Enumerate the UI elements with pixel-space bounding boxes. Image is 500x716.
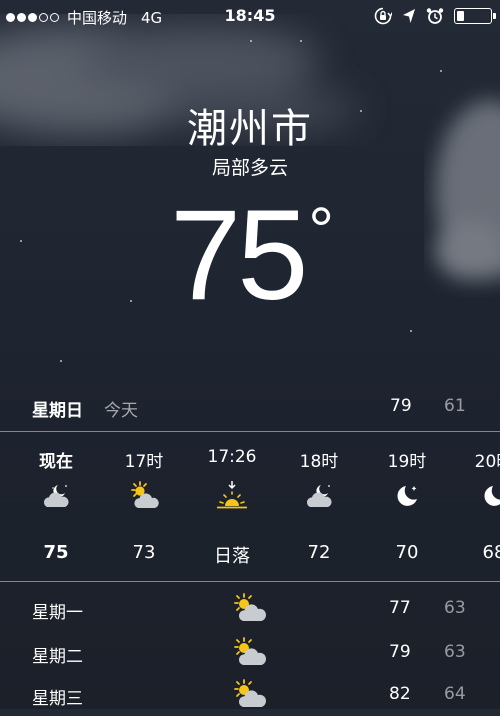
star bbox=[300, 40, 302, 42]
hour-label: 18时 bbox=[299, 452, 339, 472]
daily-high: 79 bbox=[389, 642, 411, 662]
daily-day: 星期三 bbox=[32, 689, 83, 709]
alarm-icon bbox=[426, 8, 444, 24]
daily-forecast-row: 星期二 79 63 bbox=[0, 634, 500, 674]
location-arrow-icon bbox=[403, 9, 415, 23]
today-day: 星期日 bbox=[32, 401, 83, 421]
hourly-item: 17时 73 bbox=[114, 432, 174, 580]
battery-icon bbox=[454, 8, 496, 24]
orientation-lock-icon bbox=[374, 7, 392, 25]
hour-label: 17:26 bbox=[207, 447, 257, 467]
hourly-item: 19时 70 bbox=[377, 432, 437, 580]
star bbox=[60, 360, 62, 362]
hour-label: 20时 bbox=[474, 452, 500, 472]
daily-low: 63 bbox=[444, 642, 466, 662]
moon-icon bbox=[484, 486, 500, 506]
today-summary-row: 星期日 今天 79 61 bbox=[0, 392, 500, 422]
daily-low: 63 bbox=[444, 598, 466, 618]
daily-high: 82 bbox=[389, 684, 411, 704]
daily-forecast-row: 星期三 82 64 bbox=[0, 676, 500, 716]
moon-icon bbox=[397, 486, 417, 506]
hourly-item: 20时 68 bbox=[464, 432, 500, 580]
hourly-forecast-scroller[interactable]: 现在 75 17时 73 17:26 日落 18时 72 19时 70 20 6… bbox=[0, 432, 500, 580]
hour-temperature: 68 bbox=[482, 542, 500, 563]
sunset-icon bbox=[217, 481, 247, 509]
hour-temperature: 70 bbox=[395, 542, 419, 563]
hour-temperature: 72 bbox=[307, 542, 331, 563]
partly-sunny-icon bbox=[234, 593, 266, 621]
partly-cloudy-night-icon bbox=[43, 485, 69, 507]
current-temperature: 75° bbox=[0, 192, 500, 320]
hour-label: 现在 bbox=[39, 452, 73, 472]
today-high: 79 bbox=[390, 396, 412, 416]
star bbox=[410, 330, 412, 332]
status-right bbox=[374, 7, 496, 25]
daily-low: 64 bbox=[444, 684, 466, 704]
battery-level bbox=[457, 11, 465, 21]
hour-temperature: 日落 bbox=[214, 546, 250, 567]
daily-day: 星期二 bbox=[32, 647, 83, 667]
daily-day: 星期一 bbox=[32, 603, 83, 623]
partly-cloudy-night-icon bbox=[306, 485, 332, 507]
daily-high: 77 bbox=[389, 598, 411, 618]
today-low: 61 bbox=[444, 396, 466, 416]
daily-forecast-row: 星期一 77 63 bbox=[0, 590, 500, 630]
hour-label: 19时 bbox=[387, 452, 427, 472]
hourly-bottom-divider bbox=[0, 581, 500, 582]
hourly-item: 17:26 日落 bbox=[202, 432, 262, 580]
partly-sunny-icon bbox=[234, 679, 266, 707]
partly-sunny-icon bbox=[234, 637, 266, 665]
status-bar: 中国移动 4G 18:45 bbox=[0, 0, 500, 32]
city-name: 潮州市 bbox=[187, 106, 313, 152]
temperature-value: 75 bbox=[170, 184, 308, 327]
star bbox=[250, 40, 252, 42]
degree-symbol: ° bbox=[308, 194, 334, 266]
hourly-item: 18时 72 bbox=[289, 432, 349, 580]
today-label: 今天 bbox=[104, 401, 138, 421]
hourly-item: 现在 75 bbox=[26, 432, 86, 580]
star bbox=[440, 70, 442, 72]
hour-temperature: 73 bbox=[132, 542, 156, 563]
hour-temperature: 75 bbox=[43, 542, 69, 563]
hour-label: 17时 bbox=[124, 452, 164, 472]
weather-condition: 局部多云 bbox=[211, 157, 288, 179]
partly-sunny-icon bbox=[131, 481, 159, 508]
